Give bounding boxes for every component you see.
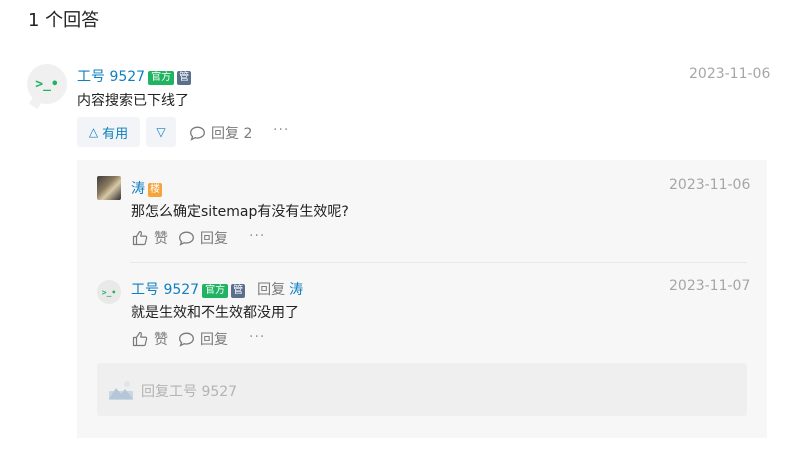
triangle-up-icon: △ [88, 125, 99, 139]
comment-like-button[interactable]: 赞 [132, 228, 168, 248]
comment-like-button[interactable]: 赞 [132, 329, 168, 349]
comment-divider [130, 262, 747, 263]
answer-more-button[interactable]: ··· [273, 122, 289, 138]
comment-author-line: 工号 9527 官方管回复涛 [131, 279, 303, 299]
commenter-avatar[interactable]: >_• [97, 280, 121, 304]
comment-author-name[interactable]: 工号 9527 [131, 282, 199, 298]
comment-date: 2023-11-07 [669, 278, 751, 294]
op-badge: 楼 [148, 183, 162, 197]
answer-author-line: 工号 9527 官方管 [77, 66, 192, 86]
bot-face-icon: >_• [101, 287, 117, 297]
reply-to-user[interactable]: 涛 [289, 282, 303, 298]
answer-content: 内容搜索已下线了 [77, 93, 189, 109]
answer-date: 2023-11-06 [689, 66, 771, 82]
answer-reply-button[interactable]: 回复 2 [189, 123, 252, 143]
comment-content: 那怎么确定sitemap有没有生效呢? [131, 204, 349, 220]
thumbs-up-icon [132, 230, 148, 246]
thumbs-up-icon [132, 331, 148, 347]
comment-content: 就是生效和不生效都没用了 [131, 305, 299, 321]
answers-count-heading: 1 个回答 [28, 10, 100, 31]
triangle-down-icon: ▽ [156, 125, 166, 139]
comment-author-line: 涛楼 [131, 178, 162, 198]
comment-more-button[interactable]: ··· [249, 228, 265, 244]
like-label: 赞 [154, 231, 168, 247]
comment-more-button[interactable]: ··· [249, 329, 265, 345]
upvote-label: 有用 [102, 126, 129, 142]
comment-bubble-icon [190, 126, 205, 141]
comment-author-name[interactable]: 涛 [131, 181, 145, 197]
reply-input-placeholder[interactable]: 回复工号 9527 [141, 381, 237, 401]
official-badge: 官方 [202, 284, 229, 298]
comment-date: 2023-11-06 [669, 177, 751, 193]
upvote-button[interactable]: △ 有用 [77, 117, 140, 147]
official-badge: 官方 [148, 71, 175, 85]
comment-bubble-icon [179, 332, 194, 347]
staff-badge: 管 [177, 71, 192, 85]
comment-reply-button[interactable]: 回复 [178, 228, 228, 248]
comment-bubble-icon [179, 231, 194, 246]
reply-to-label: 回复 [257, 282, 286, 298]
commenter-avatar[interactable] [97, 176, 121, 200]
comment-reply-button[interactable]: 回复 [178, 329, 228, 349]
answer-author-name[interactable]: 工号 9527 [77, 69, 145, 85]
staff-badge: 管 [231, 284, 246, 298]
like-label: 赞 [154, 332, 168, 348]
reply-label: 回复 [200, 332, 228, 348]
reply-label: 回复 [200, 231, 228, 247]
author-avatar[interactable]: >_• [27, 64, 67, 104]
reply-count-label: 回复 2 [211, 126, 253, 142]
image-placeholder-icon [108, 379, 134, 401]
bot-face-icon: >_• [35, 76, 59, 92]
downvote-button[interactable]: ▽ [146, 117, 176, 147]
